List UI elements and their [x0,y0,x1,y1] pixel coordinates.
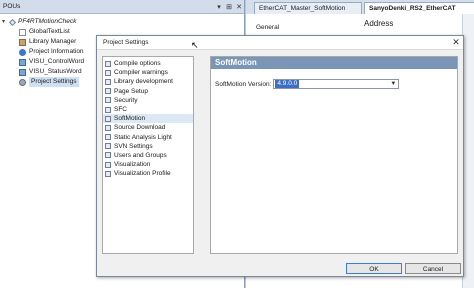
category-icon [105,170,111,177]
project-icon [8,18,17,26]
softmotion-version-value: 4.9.0.0 [275,80,300,88]
tree-item-visu-statusword[interactable]: VISU_StatusWord [19,67,82,77]
tree-item-label: VISU_ControlWord [29,58,85,65]
category-label: Compile options [114,60,161,67]
category-label: SoftMotion [114,115,146,123]
category-sfc[interactable]: SFC [103,105,193,114]
category-label: Security [114,96,138,104]
ok-button[interactable]: OK [346,263,402,274]
tree-item-label: GlobalTextList [29,28,70,35]
tree-item-library-manager[interactable]: Library Manager [19,37,76,47]
category-label: Compiler warnings [114,69,168,77]
tab-sanyodenki[interactable]: SanyoDenki_RS2_EtherCAT [364,2,474,14]
category-icon [105,161,111,168]
project-settings-dialog: Project Settings ✕ Compile options Compi… [96,35,464,277]
visu-icon [19,58,26,66]
mouse-cursor-icon: ↖ [191,40,199,50]
category-source-download[interactable]: Source Download [103,123,193,132]
softmotion-version-select[interactable]: 4.9.0.0 ▼ [273,79,400,89]
category-softmotion[interactable]: SoftMotion [103,114,193,124]
content-header: SoftMotion [211,57,457,69]
category-library-development[interactable]: Library development [103,77,193,86]
tree-item-label: Project Information [29,48,84,55]
category-icon [105,106,111,113]
tree-item-label: PF4RTMotionCheck [18,18,77,25]
category-label: Static Analysis Light [114,133,172,141]
category-visualization[interactable]: Visualization [103,160,193,169]
category-label: Users and Groups [114,151,167,159]
pin-icon[interactable]: ⊞ [224,3,234,11]
category-users-and-groups[interactable]: Users and Groups [103,151,193,160]
category-visualization-profile[interactable]: Visualization Profile [103,169,193,178]
category-icon [105,115,111,122]
tree-item-visu-controlword[interactable]: VISU_ControlWord [19,57,84,67]
chevron-down-icon[interactable]: ▼ [390,80,396,89]
tree-item-globaltextlist[interactable]: GlobalTextList [19,27,70,37]
category-icon [105,124,111,131]
tree-item-project-information[interactable]: Project Information [19,47,84,57]
category-icon [105,97,111,104]
text-list-icon [19,28,26,36]
general-label[interactable]: General [256,24,279,31]
settings-icon [19,78,26,86]
tab-label: SanyoDenki_RS2_EtherCAT [369,5,456,12]
close-icon[interactable]: ✕ [449,37,463,48]
dropdown-icon[interactable]: ▾ [214,3,224,11]
pous-title: POUs [3,3,21,10]
category-icon [105,134,111,141]
softmotion-version-row: SoftMotion Version: 4.9.0.0 ▼ [215,79,400,89]
visu-icon [19,68,26,76]
category-label: Visualization [114,161,151,169]
close-icon[interactable]: ✕ [234,3,244,11]
softmotion-version-label: SoftMotion Version: [215,80,272,88]
category-label: Page Setup [114,87,148,95]
category-label: Library development [114,78,173,86]
category-icon [105,143,111,150]
library-icon [19,38,26,46]
category-static-analysis-light[interactable]: Static Analysis Light [103,133,193,142]
category-label: SVN Settings [114,142,153,150]
category-label: Visualization Profile [114,170,171,178]
category-compile-options[interactable]: Compile options [103,59,193,68]
address-label: Address [364,19,394,28]
category-icon [105,69,111,76]
dialog-title: Project Settings [103,39,149,46]
tree-item-label: VISU_StatusWord [29,68,82,75]
category-compiler-warnings[interactable]: Compiler warnings [103,68,193,77]
category-icon [105,60,111,67]
tab-ethercat-master[interactable]: EtherCAT_Master_SoftMotion [254,2,362,14]
category-label: SFC [114,105,127,113]
tree-item-label: Project Settings [29,77,79,87]
category-label: Source Download [114,124,166,132]
category-icon [105,88,111,95]
pous-header: POUs ▾ ⊞ ✕ [0,0,244,14]
category-page-setup[interactable]: Page Setup [103,87,193,96]
category-svn-settings[interactable]: SVN Settings [103,142,193,151]
category-security[interactable]: Security [103,96,193,105]
cancel-button[interactable]: Cancel [405,263,461,274]
info-icon [19,48,26,56]
tree-item-project[interactable]: ▾ PF4RTMotionCheck [2,17,76,27]
tree-item-project-settings[interactable]: Project Settings [19,77,79,87]
category-icon [105,152,111,159]
tree-item-label: Library Manager [29,38,77,45]
tab-label: EtherCAT_Master_SoftMotion [259,5,346,12]
category-list: Compile options Compiler warnings Librar… [102,56,194,254]
settings-content-panel: SoftMotion SoftMotion Version: 4.9.0.0 ▼ [210,56,458,254]
dialog-titlebar[interactable]: Project Settings ✕ [97,36,463,50]
category-icon [105,78,111,85]
